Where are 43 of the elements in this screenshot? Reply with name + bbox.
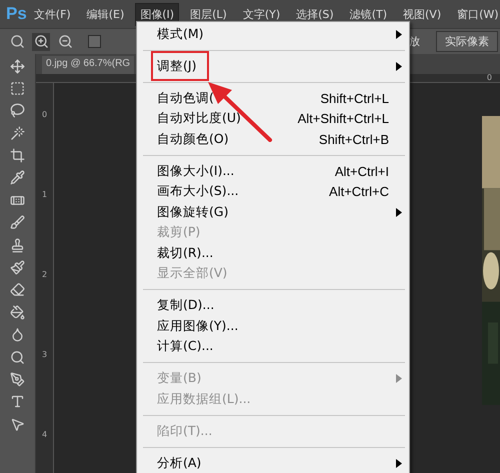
menu-title[interactable]: 文件(F)	[28, 2, 76, 26]
app-logo: Ps	[6, 4, 27, 24]
paintbrush-icon[interactable]	[8, 258, 26, 277]
brush-icon[interactable]	[8, 214, 26, 232]
ruler-number: 3	[42, 351, 48, 359]
lasso-icon[interactable]	[8, 102, 26, 120]
menu-item[interactable]: 应用图像(Y)...	[137, 316, 409, 336]
menu-title[interactable]: 视图(V)	[398, 2, 446, 26]
move-icon[interactable]	[8, 57, 26, 75]
menu-item[interactable]: 分析(A)	[137, 453, 409, 473]
checkbox[interactable]	[88, 35, 101, 48]
menu-title[interactable]: 选择(S)	[291, 2, 339, 26]
menu-title[interactable]: 文字(Y)	[238, 2, 286, 26]
ruler-number: 1	[42, 191, 48, 199]
menu-title[interactable]: 编辑(E)	[82, 2, 130, 26]
menu-item[interactable]: 自动颜色(O) Shift+Ctrl+B	[137, 129, 409, 150]
menu-item[interactable]: 图像旋转(G)	[137, 202, 409, 222]
menu-title[interactable]: 图层(L)	[185, 2, 232, 26]
actual-pixels-button[interactable]: 实际像素	[436, 31, 498, 52]
option-label: 放	[409, 34, 420, 49]
menu-item[interactable]: 复制(D)...	[137, 296, 409, 316]
ruler-number: 0	[486, 74, 492, 82]
document-tab[interactable]: 0.jpg @ 66.7%(RG	[42, 56, 134, 74]
eraser-icon[interactable]	[8, 280, 26, 299]
ruler-number: 0	[42, 111, 48, 119]
ruler-number: 4	[42, 431, 48, 439]
menu-item[interactable]: 裁切(R)...	[137, 243, 409, 264]
menu-item[interactable]: 计算(C)...	[137, 336, 409, 357]
menu-item[interactable]: 图像大小(I)... Alt+Ctrl+I	[137, 161, 409, 182]
wand-icon[interactable]	[8, 124, 26, 142]
zoom-in-icon[interactable]	[32, 32, 50, 50]
crop-icon[interactable]	[8, 146, 26, 165]
menu-item[interactable]: 自动色调( Shift+Ctrl+L	[137, 88, 409, 108]
pen-icon[interactable]	[8, 370, 26, 388]
menu-title[interactable]: 滤镜(T)	[344, 2, 392, 26]
ruler-number: 2	[42, 271, 48, 279]
menu-item[interactable]: 调整(J)	[137, 56, 409, 76]
menu-item[interactable]: 自动对比度(U) Alt+Shift+Ctrl+L	[137, 108, 409, 129]
menu-item[interactable]: 画布大小(S)... Alt+Ctrl+C	[137, 182, 409, 202]
menu-item[interactable]: 模式(M)	[137, 24, 409, 44]
paint-bucket-icon[interactable]	[8, 303, 26, 322]
menu-title[interactable]: 窗口(W)	[452, 2, 500, 26]
eyedropper-icon[interactable]	[8, 168, 26, 187]
